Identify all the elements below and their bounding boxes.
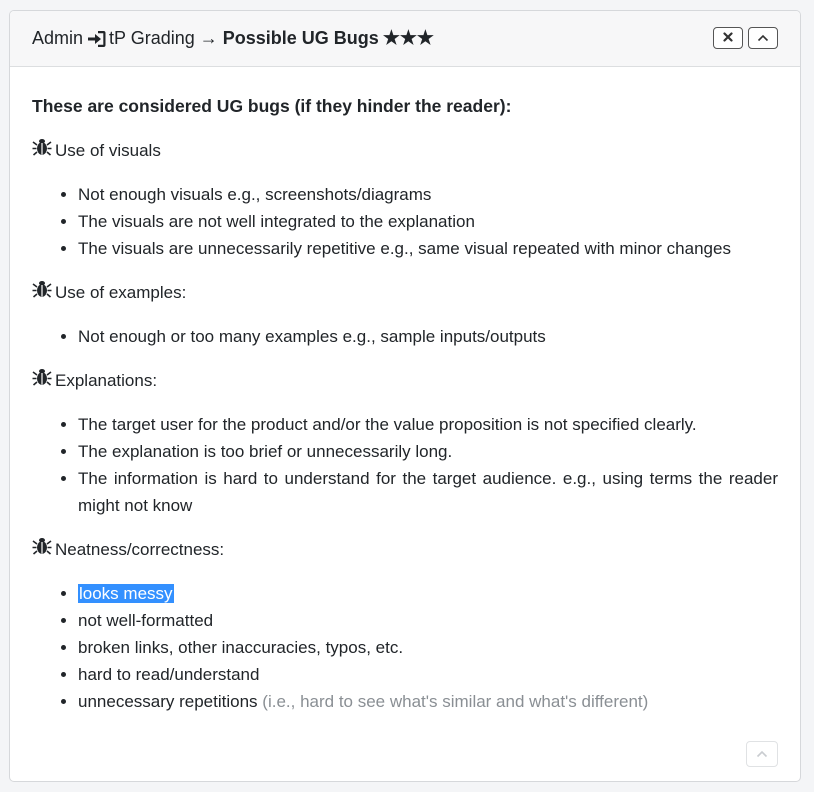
breadcrumb-admin[interactable]: Admin — [32, 28, 83, 49]
footer-collapse-button[interactable] — [746, 741, 778, 767]
list-item: The target user for the product and/or t… — [78, 411, 778, 438]
bug-icon — [32, 279, 55, 306]
list-item: The explanation is too brief or unnecess… — [78, 438, 778, 465]
list-item: The visuals are unnecessarily repetitive… — [78, 235, 778, 262]
section-title-visuals: Use of visuals — [32, 137, 778, 164]
section-list-explanations: The target user for the product and/or t… — [32, 411, 778, 519]
selected-text: looks messy — [78, 584, 174, 603]
panel-card: Admin tP Grading → Possible UG Bugs ★★★ — [9, 10, 801, 782]
section-list-visuals: Not enough visuals e.g., screenshots/dia… — [32, 181, 778, 262]
section-list-neatness: looks messy not well-formatted broken li… — [32, 580, 778, 715]
list-item: broken links, other inaccuracies, typos,… — [78, 634, 778, 661]
panel-body: These are considered UG bugs (if they hi… — [10, 67, 800, 715]
page-title: Possible UG Bugs — [222, 28, 379, 48]
list-item: looks messy — [78, 580, 778, 607]
close-button[interactable] — [713, 27, 743, 49]
list-item: Not enough visuals e.g., screenshots/dia… — [78, 181, 778, 208]
list-item: unnecessary repetitions (i.e., hard to s… — [78, 688, 778, 715]
breadcrumb: Admin tP Grading → Possible UG Bugs ★★★ — [32, 27, 434, 50]
lead-text: These are considered UG bugs (if they hi… — [32, 96, 512, 116]
section-title-label: Use of visuals — [55, 141, 161, 160]
breadcrumb-arrow: → — [199, 28, 218, 48]
sign-in-icon — [87, 30, 107, 48]
list-item-note: (i.e., hard to see what's similar and wh… — [262, 692, 649, 711]
section-list-examples: Not enough or too many examples e.g., sa… — [32, 323, 778, 350]
list-item: not well-formatted — [78, 607, 778, 634]
list-item: hard to read/understand — [78, 661, 778, 688]
bug-icon — [32, 367, 55, 394]
list-item: The visuals are not well integrated to t… — [78, 208, 778, 235]
chevron-up-icon — [757, 29, 769, 47]
section-title-explanations: Explanations: — [32, 367, 778, 394]
section-title-label: Explanations: — [55, 371, 158, 390]
collapse-button[interactable] — [748, 27, 778, 49]
list-item: The information is hard to understand fo… — [78, 465, 778, 519]
close-icon — [723, 29, 733, 47]
bug-icon — [32, 137, 55, 164]
section-title-neatness: Neatness/correctness: — [32, 536, 778, 563]
bug-icon — [32, 536, 55, 563]
chevron-up-icon — [756, 745, 768, 763]
header-buttons — [713, 27, 778, 49]
list-item-text: unnecessary repetitions — [78, 692, 258, 711]
breadcrumb-tp-grading[interactable]: tP Grading — [109, 28, 195, 49]
section-title-label: Use of examples: — [55, 283, 187, 302]
section-title-label: Neatness/correctness: — [55, 540, 225, 559]
section-title-examples: Use of examples: — [32, 279, 778, 306]
list-item: Not enough or too many examples e.g., sa… — [78, 323, 778, 350]
panel-header: Admin tP Grading → Possible UG Bugs ★★★ — [10, 11, 800, 67]
rating-stars: ★★★ — [382, 28, 434, 49]
